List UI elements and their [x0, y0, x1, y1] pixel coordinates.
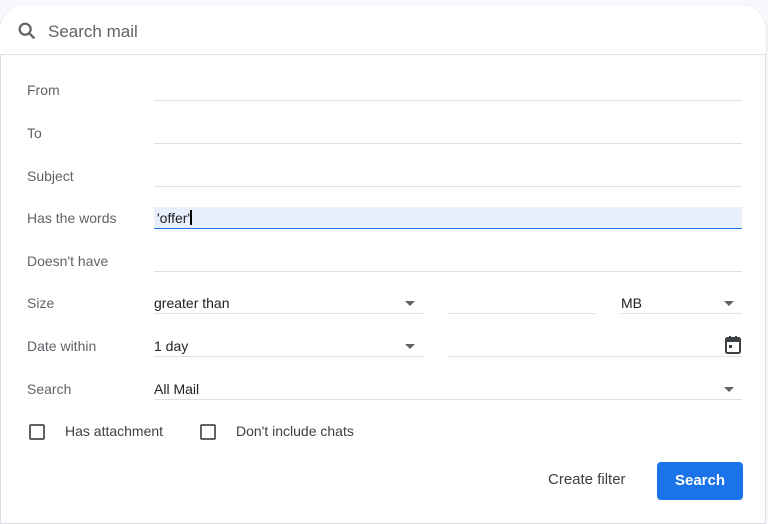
chevron-down-icon	[405, 344, 415, 349]
size-label: Size	[27, 295, 55, 311]
calendar-icon[interactable]	[724, 335, 742, 355]
search-bar[interactable]: Search mail	[0, 5, 766, 55]
subject-field[interactable]	[154, 165, 742, 187]
size-operator-select[interactable]: greater than	[154, 292, 423, 314]
create-filter-button[interactable]: Create filter	[548, 471, 626, 488]
search-in-label: Search	[27, 381, 72, 397]
has-words-field[interactable]: 'offer'	[154, 207, 742, 229]
size-operator-value: greater than	[154, 295, 230, 311]
search-icon[interactable]	[16, 20, 38, 42]
size-unit-select[interactable]: MB	[621, 292, 742, 314]
size-unit-value: MB	[621, 295, 642, 311]
chevron-down-icon	[724, 387, 734, 392]
date-within-label: Date within	[27, 338, 97, 354]
chevron-down-icon	[724, 301, 734, 306]
no-chats-checkbox[interactable]	[200, 424, 216, 440]
date-within-select[interactable]: 1 day	[154, 335, 423, 357]
search-input[interactable]: Search mail	[48, 22, 138, 42]
has-attachment-label[interactable]: Has attachment	[65, 423, 163, 439]
search-in-select[interactable]: All Mail	[154, 378, 742, 400]
date-field[interactable]	[448, 335, 742, 357]
search-button[interactable]: Search	[657, 462, 743, 500]
to-field[interactable]	[154, 122, 742, 144]
size-value-field[interactable]	[448, 292, 596, 314]
text-cursor	[190, 210, 193, 225]
search-in-value: All Mail	[154, 381, 200, 397]
has-words-label: Has the words	[27, 210, 117, 226]
chevron-down-icon	[405, 301, 415, 306]
date-within-value: 1 day	[154, 338, 189, 354]
from-label: From	[27, 82, 60, 98]
has-attachment-checkbox[interactable]	[29, 424, 45, 440]
from-field[interactable]	[154, 79, 742, 101]
no-chats-label[interactable]: Don't include chats	[236, 423, 354, 439]
has-words-value: 'offer'	[157, 210, 191, 226]
subject-label: Subject	[27, 168, 74, 184]
doesnt-have-label: Doesn't have	[27, 253, 109, 269]
doesnt-have-field[interactable]	[154, 250, 742, 272]
to-label: To	[27, 125, 42, 141]
